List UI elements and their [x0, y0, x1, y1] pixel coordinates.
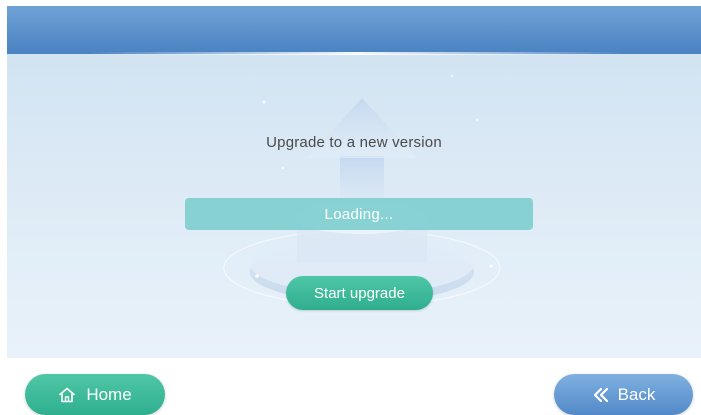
loading-progress-bar: Loading... — [185, 198, 533, 230]
home-label: Home — [86, 384, 132, 404]
content-panel: Upgrade to a new version Loading... Star… — [7, 6, 701, 358]
page-title: Upgrade to a new version — [266, 134, 442, 151]
home-icon — [58, 386, 76, 404]
back-label: Back — [617, 384, 656, 404]
home-button[interactable]: Home — [25, 374, 165, 415]
start-upgrade-button[interactable]: Start upgrade — [286, 276, 433, 310]
back-button[interactable]: Back — [554, 374, 693, 415]
start-upgrade-label: Start upgrade — [314, 284, 405, 302]
upgrade-screen: Upgrade to a new version Loading... Star… — [0, 0, 701, 415]
progress-status-text: Loading... — [324, 205, 394, 223]
double-chevron-left-icon — [592, 387, 610, 403]
